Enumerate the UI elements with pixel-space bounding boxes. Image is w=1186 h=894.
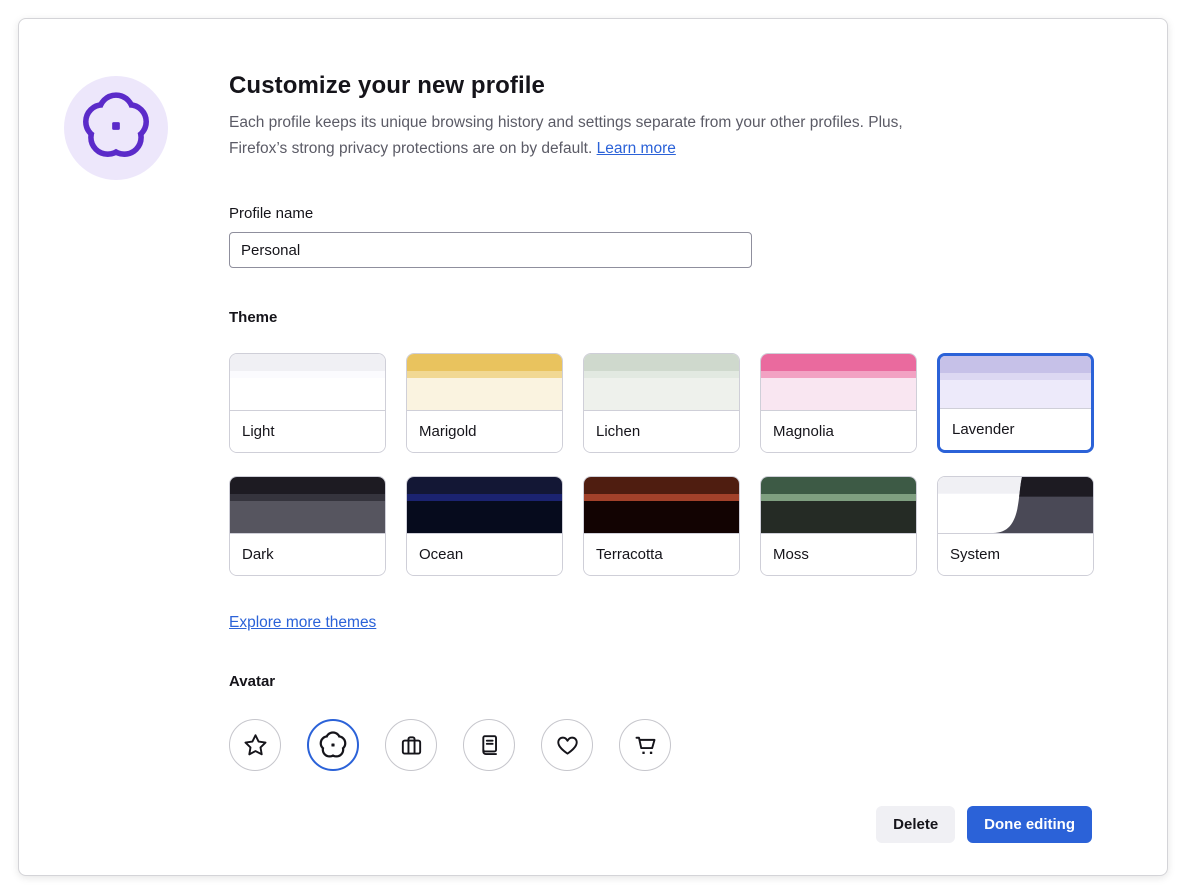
theme-card-label: Ocean	[407, 533, 562, 575]
theme-card-magnolia[interactable]: Magnolia	[760, 353, 917, 453]
theme-card-ocean[interactable]: Ocean	[406, 476, 563, 576]
description-text: Each profile keeps its unique browsing h…	[229, 114, 903, 157]
theme-stripe	[761, 354, 916, 371]
page-description: Each profile keeps its unique browsing h…	[229, 110, 929, 162]
theme-stripe	[407, 371, 562, 378]
theme-stripe	[407, 477, 562, 494]
theme-stripe	[584, 354, 739, 371]
theme-card-label: Moss	[761, 533, 916, 575]
theme-card-terracotta[interactable]: Terracotta	[583, 476, 740, 576]
theme-card-moss[interactable]: Moss	[760, 476, 917, 576]
theme-stripe	[230, 494, 385, 501]
avatar-section-label: Avatar	[229, 672, 1092, 692]
profile-name-label: Profile name	[229, 204, 1092, 224]
theme-card-dark[interactable]: Dark	[229, 476, 386, 576]
theme-card-label: Marigold	[407, 410, 562, 452]
theme-stripe	[230, 477, 385, 494]
theme-card-label: System	[938, 533, 1093, 575]
theme-card-label: Light	[230, 410, 385, 452]
theme-stripe	[584, 477, 739, 494]
theme-card-marigold[interactable]: Marigold	[406, 353, 563, 453]
done-editing-button[interactable]: Done editing	[967, 806, 1092, 843]
theme-card-lichen[interactable]: Lichen	[583, 353, 740, 453]
customize-profile-panel: Customize your new profile Each profile …	[18, 18, 1168, 876]
theme-preview	[761, 477, 916, 533]
theme-stripe	[940, 373, 1091, 380]
theme-card-label: Dark	[230, 533, 385, 575]
profile-name-input[interactable]	[229, 232, 752, 268]
theme-grid: Light Marigold Lichen Magnolia Lavender Dark O…	[229, 353, 1092, 576]
shopping-cart-icon	[632, 732, 659, 759]
theme-stripe	[230, 501, 385, 533]
theme-stripe	[761, 378, 916, 410]
theme-card-light[interactable]: Light	[229, 353, 386, 453]
theme-stripe	[940, 380, 1091, 408]
theme-stripe	[761, 477, 916, 494]
book-icon	[476, 732, 503, 759]
theme-preview	[761, 354, 916, 410]
profile-avatar-preview	[64, 76, 168, 180]
theme-card-lavender[interactable]: Lavender	[937, 353, 1094, 453]
theme-stripe	[584, 378, 739, 410]
theme-card-label: Lavender	[940, 408, 1091, 450]
theme-stripe	[407, 378, 562, 410]
theme-stripe	[584, 494, 739, 501]
theme-stripe	[230, 378, 385, 410]
theme-section-label: Theme	[229, 308, 1092, 328]
theme-preview	[407, 477, 562, 533]
flower-icon	[318, 730, 348, 760]
theme-preview	[407, 354, 562, 410]
theme-stripe	[761, 501, 916, 533]
avatar-option-star[interactable]	[229, 719, 281, 771]
page-title: Customize your new profile	[229, 71, 1092, 101]
theme-card-label: Terracotta	[584, 533, 739, 575]
theme-card-system[interactable]: System	[937, 476, 1094, 576]
theme-preview	[230, 477, 385, 533]
theme-stripe	[230, 354, 385, 371]
avatar-option-book[interactable]	[463, 719, 515, 771]
theme-stripe	[584, 501, 739, 533]
theme-stripe	[407, 494, 562, 501]
avatar-option-heart[interactable]	[541, 719, 593, 771]
theme-preview	[230, 354, 385, 410]
theme-preview	[584, 354, 739, 410]
briefcase-icon	[398, 732, 425, 759]
theme-stripe	[407, 354, 562, 371]
theme-stripe	[761, 494, 916, 501]
avatar-option-briefcase[interactable]	[385, 719, 437, 771]
profile-avatar-column	[64, 71, 229, 875]
learn-more-link[interactable]: Learn more	[597, 140, 676, 157]
theme-stripe	[940, 356, 1091, 373]
avatar-options-row	[229, 719, 1092, 771]
theme-preview	[584, 477, 739, 533]
theme-preview	[940, 356, 1091, 408]
delete-button[interactable]: Delete	[876, 806, 955, 843]
system-theme-split-preview	[938, 477, 1093, 533]
theme-card-label: Lichen	[584, 410, 739, 452]
theme-stripe	[407, 501, 562, 533]
flower-icon	[79, 89, 153, 168]
avatar-option-flower[interactable]	[307, 719, 359, 771]
main-content: Customize your new profile Each profile …	[229, 71, 1092, 875]
avatar-option-shopping-cart[interactable]	[619, 719, 671, 771]
theme-stripe	[761, 371, 916, 378]
theme-preview	[938, 477, 1093, 533]
theme-card-label: Magnolia	[761, 410, 916, 452]
theme-stripe	[230, 371, 385, 378]
heart-icon	[554, 732, 581, 759]
footer-actions: Delete Done editing	[229, 806, 1092, 843]
explore-more-themes-link[interactable]: Explore more themes	[229, 614, 376, 631]
star-icon	[242, 732, 269, 759]
theme-stripe	[584, 371, 739, 378]
